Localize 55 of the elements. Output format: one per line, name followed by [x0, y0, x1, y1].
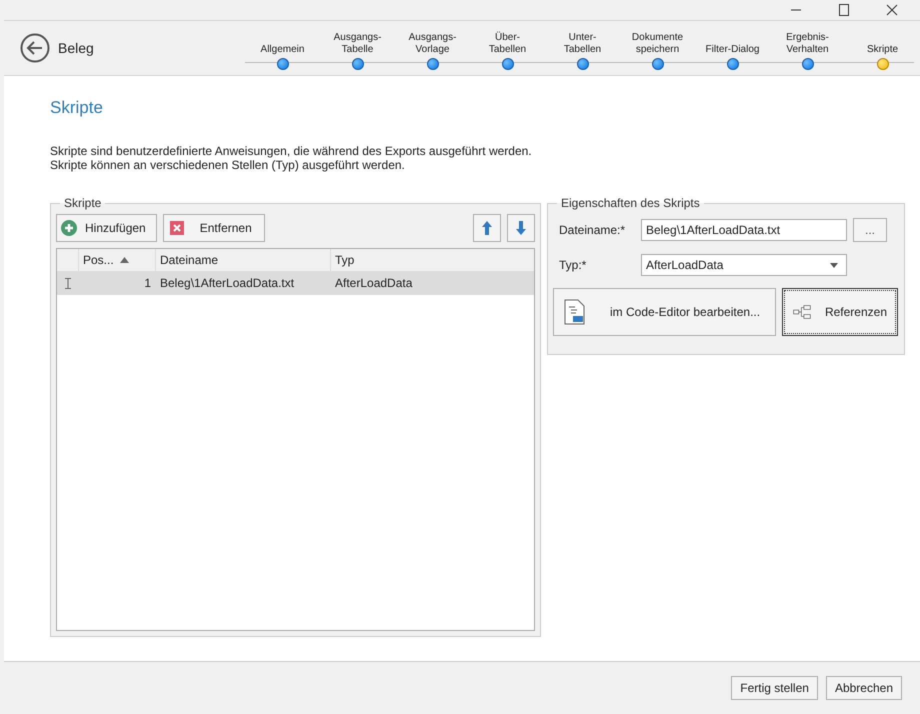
arrow-up-icon: [481, 220, 493, 236]
browse-button[interactable]: ...: [853, 218, 887, 242]
plus-icon: [61, 220, 77, 236]
step-dot[interactable]: [652, 58, 664, 70]
table-cell: 1: [79, 272, 156, 294]
add-button[interactable]: Hinzufügen: [56, 214, 157, 242]
step-dot[interactable]: [502, 58, 514, 70]
step-label[interactable]: Filter-Dialog: [706, 44, 760, 56]
field-label: Dateiname:*: [559, 223, 626, 237]
column-header[interactable]: Dateiname: [156, 249, 331, 271]
description-text: Skripte können an verschiedenen Stellen (Typ) ausgeführt werden.: [50, 158, 406, 172]
move-up-button[interactable]: [473, 214, 501, 242]
step-dot[interactable]: [726, 58, 738, 70]
filename-field[interactable]: Beleg\1AfterLoadData.txt: [641, 219, 847, 241]
step-dot[interactable]: [876, 58, 888, 70]
description-text: Skripte sind benutzerdefinierte Anweisungen, die während des Exports ausgeführt werden.: [50, 144, 533, 158]
step-label[interactable]: Über- Tabellen: [488, 32, 526, 56]
header-title: Beleg: [58, 40, 95, 56]
grid-row[interactable]: 1 Beleg\1AfterLoadData.txt AfterLoadData: [57, 272, 534, 295]
step-label[interactable]: Ergebnis- Verhalten: [786, 32, 829, 56]
step-label[interactable]: Ausgangs- Tabelle: [334, 32, 382, 56]
step-label[interactable]: Allgemein: [260, 44, 304, 56]
table-cell: Beleg\1AfterLoadData.txt: [156, 272, 331, 294]
step-label[interactable]: Skripte: [866, 44, 898, 56]
dropdown-caret-icon: [830, 262, 838, 268]
close-icon[interactable]: [886, 4, 898, 16]
step-dot[interactable]: [802, 58, 814, 70]
table-cell-text: AfterLoadData: [334, 275, 414, 292]
group-title: Eigenschaften des Skripts: [560, 196, 701, 210]
code-file-icon: [564, 299, 586, 325]
arrow-down-icon: [515, 220, 527, 236]
back-icon[interactable]: [20, 33, 50, 63]
step-dot[interactable]: [426, 58, 438, 70]
type-dropdown[interactable]: AfterLoadData: [641, 254, 847, 276]
maximize-icon[interactable]: [838, 4, 850, 16]
references-button[interactable]: Referenzen: [782, 288, 898, 336]
sort-ascending-icon: [120, 257, 129, 263]
footer-button[interactable]: Abbrechen: [826, 676, 902, 700]
step-dot[interactable]: [576, 58, 588, 70]
footer-button[interactable]: Fertig stellen: [731, 676, 818, 700]
step-label[interactable]: Ausgangs- Vorlage: [408, 32, 456, 56]
delete-icon: [170, 221, 184, 235]
step-label[interactable]: Dokumente speichern: [632, 32, 684, 56]
group-title: Skripte: [63, 196, 102, 210]
column-header[interactable]: Pos...: [79, 249, 156, 271]
step-dot[interactable]: [352, 58, 364, 70]
column-header[interactable]: Typ: [331, 249, 534, 271]
text-cursor-icon: [64, 278, 70, 288]
field-label: Typ:*: [559, 258, 588, 272]
code-editor-button[interactable]: im Code-Editor bearbeiten...: [553, 288, 776, 336]
move-down-button[interactable]: [507, 214, 535, 242]
page-title: Skripte: [50, 98, 104, 118]
remove-button[interactable]: Entfernen: [162, 214, 265, 242]
step-dot[interactable]: [276, 58, 288, 70]
step-label[interactable]: Unter- Tabellen: [564, 32, 602, 56]
